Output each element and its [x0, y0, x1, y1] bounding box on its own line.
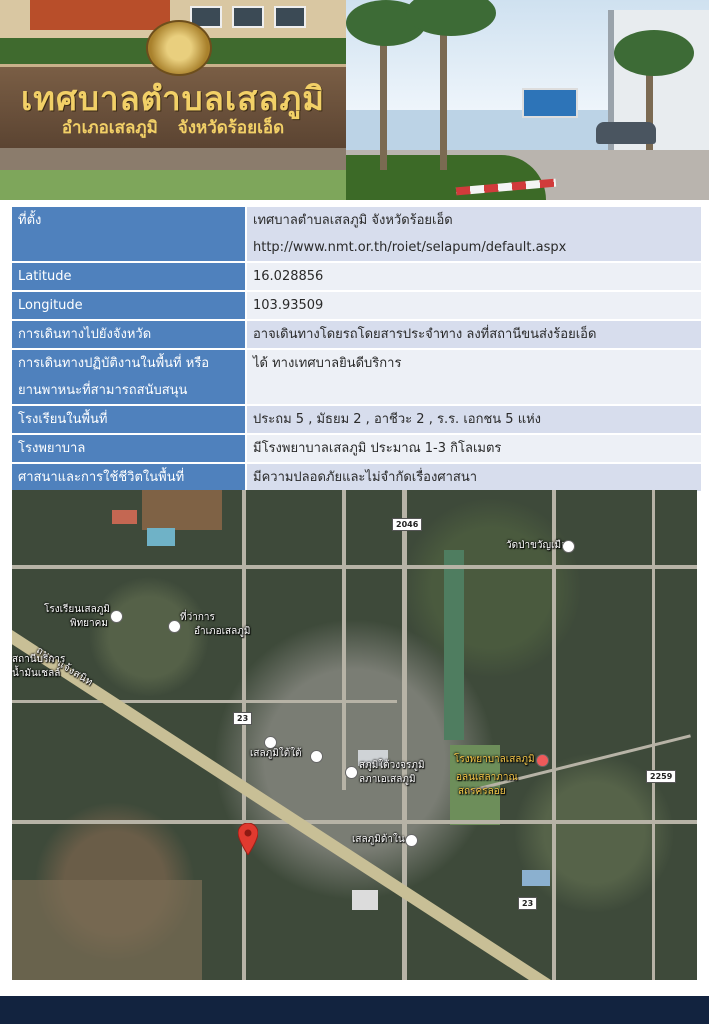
table-row: การเดินทางปฏิบัติงานในพื้นที่ หรือ ยานพา…	[12, 350, 701, 404]
place-icon[interactable]	[310, 750, 323, 763]
table-row: Longitude 103.93509	[12, 292, 701, 319]
district-office-label-line2: อำเภอเสลภูมิ	[194, 626, 251, 637]
municipality-label-line2: ลภาเอเสลภูมิ	[359, 774, 416, 785]
hospital-sublabel-line2: สถรครลอย	[458, 786, 506, 797]
road-number-shield: 23	[233, 712, 253, 725]
parked-car	[596, 122, 656, 144]
selaphum-north-label: เสลภูมิใต้ใต้	[250, 748, 302, 759]
location-info-table: ที่ตั้ง เทศบาลตำบลเสลภูมิ จังหวัดร้อยเอ็…	[12, 205, 701, 493]
palm-tree	[614, 30, 694, 76]
longitude-value: 103.93509	[247, 292, 701, 319]
sign-subtitle: อำเภอเสลภูมิ จังหวัดร้อยเอ็ด	[61, 118, 285, 138]
table-row: การเดินทางไปยังจังหวัด อาจเดินทางโดยรถโด…	[12, 321, 701, 348]
municipal-seal-emblem	[146, 20, 212, 76]
school-label-line2: พิทยาคม	[70, 618, 108, 629]
row-value: มีโรงพยาบาลเสลภูมิ ประมาณ 1-3 กิโลเมตร	[247, 435, 701, 462]
school-icon[interactable]	[110, 610, 123, 623]
table-row: ที่ตั้ง เทศบาลตำบลเสลภูมิ จังหวัดร้อยเอ็…	[12, 207, 701, 261]
row-label: โรงเรียนในพื้นที่	[12, 406, 247, 433]
hospital-sublabel: อลนเสลาภาณ	[456, 772, 518, 783]
road-number-shield: 23	[518, 897, 538, 910]
location-pin-icon[interactable]	[238, 823, 258, 855]
municipality-icon[interactable]	[345, 766, 358, 779]
footer-bar	[0, 996, 709, 1024]
row-value: อาจเดินทางโดยรถโดยสารประจำทาง ลงที่สถานี…	[247, 321, 701, 348]
row-value: มีความปลอดภัยและไม่จำกัดเรื่องศาสนา	[247, 464, 701, 491]
temple-icon[interactable]	[562, 540, 575, 553]
row-label: ที่ตั้ง	[12, 207, 247, 261]
location-name: เทศบาลตำบลเสลภูมิ จังหวัดร้อยเอ็ด	[253, 213, 453, 228]
latitude-value: 16.028856	[247, 263, 701, 290]
row-value: ประถม 5 , มัธยม 2 , อาชีวะ 2 , ร.ร. เอกช…	[247, 406, 701, 433]
gas-station-label-line2: น้ำมันเชลล์	[12, 668, 61, 679]
municipality-label: สภูมิใต้วงจรภูมิ	[359, 760, 425, 771]
municipality-sign-photo: เทศบาลตำบลเสลภูมิ อำเภอเสลภูมิ จังหวัดร้…	[0, 0, 346, 200]
table-row: โรงพยาบาล มีโรงพยาบาลเสลภูมิ ประมาณ 1-3 …	[12, 435, 701, 462]
row-label: ศาสนาและการใช้ชีวิตในพื้นที่	[12, 464, 247, 491]
website-link[interactable]: http://www.nmt.or.th/roiet/selapum/defau…	[253, 234, 695, 261]
table-row: Latitude 16.028856	[12, 263, 701, 290]
school-label: โรงเรียนเสลภูมิ	[44, 604, 110, 615]
header-photo-banner: เทศบาลตำบลเสลภูมิ อำเภอเสลภูมิ จังหวัดร้…	[0, 0, 709, 200]
road-number-shield: 2259	[646, 770, 677, 783]
row-label: Longitude	[12, 292, 247, 319]
government-office-icon[interactable]	[168, 620, 181, 633]
canal	[444, 550, 464, 740]
row-label: การเดินทางไปยังจังหวัด	[12, 321, 247, 348]
selaphum-south-label: เสลภูมิด้าใน	[352, 834, 405, 845]
row-label: โรงพยาบาล	[12, 435, 247, 462]
road-number-shield: 2046	[392, 518, 423, 531]
gas-station-label: สถานีบริการ	[12, 654, 66, 665]
hospital-label: โรงพยาบาลเสลภูมิ	[454, 754, 535, 765]
roadside-sign	[522, 88, 578, 118]
district-office-label: ที่ว่าการ	[180, 612, 215, 623]
row-label: Latitude	[12, 263, 247, 290]
bus-stop-icon[interactable]	[405, 834, 418, 847]
row-value: เทศบาลตำบลเสลภูมิ จังหวัดร้อยเอ็ด http:/…	[247, 207, 701, 261]
row-value: ได้ ทางเทศบาลยินดีบริการ	[247, 350, 701, 404]
satellite-map[interactable]: วัดป่าขวัญเมือง โรงเรียนเสลภูมิ พิทยาคม …	[12, 490, 697, 980]
hospital-icon[interactable]	[536, 754, 549, 767]
row-label: การเดินทางปฏิบัติงานในพื้นที่ หรือ ยานพา…	[12, 350, 247, 404]
table-row: ศาสนาและการใช้ชีวิตในพื้นที่ มีความปลอดภ…	[12, 464, 701, 491]
table-row: โรงเรียนในพื้นที่ ประถม 5 , มัธยม 2 , อา…	[12, 406, 701, 433]
road	[402, 490, 407, 980]
office-grounds-photo	[346, 0, 709, 200]
